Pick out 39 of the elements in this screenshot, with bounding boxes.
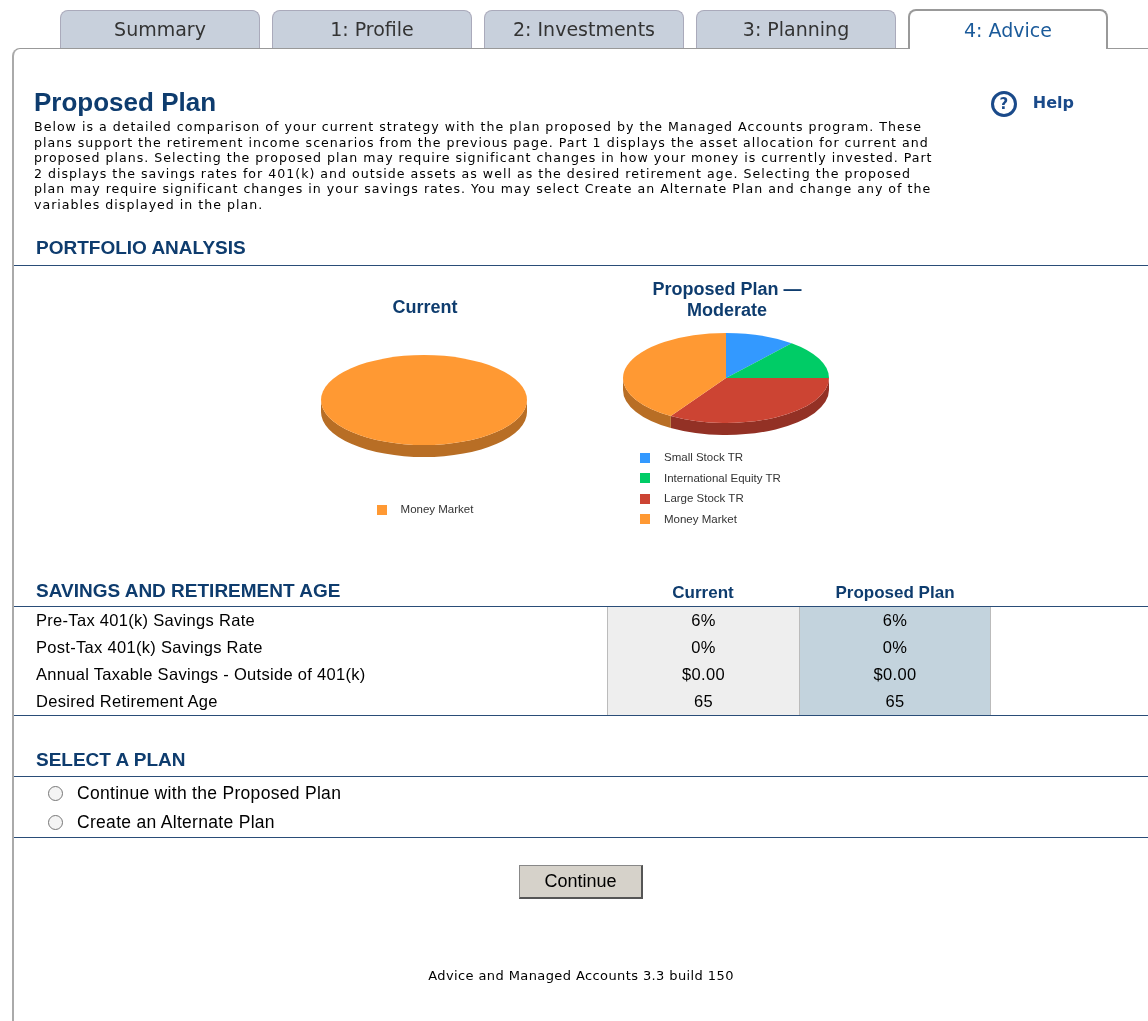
radio-button[interactable] (48, 815, 63, 830)
column-header: Proposed Plan (835, 582, 955, 604)
radio-button[interactable] (48, 786, 63, 801)
row-label: Pre-Tax 401(k) Savings Rate (36, 610, 256, 629)
help-icon[interactable]: ? (990, 91, 1017, 117)
tab[interactable]: 2: Investments (484, 10, 684, 48)
table-cell: 0% (607, 633, 799, 661)
legend-label: Money Market (664, 511, 737, 527)
tab[interactable]: 1: Profile (272, 10, 472, 48)
table-cell: 65 (799, 687, 991, 715)
page-title: Proposed Plan (34, 89, 218, 115)
continue-button[interactable]: Continue (519, 865, 643, 899)
description-text: Below is a detailed comparison of your current strategy with the plan proposed by the Managed Accounts program. These plans support the retirement income scenarios from the previous page. Part 1 displays the asset allocation for current and proposed plans. Selecting the proposed plan may require significant changes in how your money is currently invested. Part 2 displays the savings rates for 401(k) and outside assets as well as the desired retirement age. Selecting the proposed plan may require significant changes in your savings rates. You may select Create an Alternate Plan and change any of the variables displayed in the plan. (34, 119, 934, 212)
legend-label: Money Market (400, 502, 474, 518)
table-cell: $0.00 (799, 660, 991, 688)
row-label: Annual Taxable Savings - Outside of 401(k) (36, 664, 366, 683)
legend-label: Small Stock TR (664, 450, 744, 466)
section-heading: PORTFOLIO ANALYSIS (36, 237, 246, 258)
tab[interactable]: 3: Planning (696, 10, 896, 48)
help-link[interactable]: Help (1032, 91, 1074, 115)
table-cell: 6% (799, 606, 991, 634)
table-cell: 0% (799, 633, 991, 661)
tab[interactable]: Summary (60, 10, 260, 48)
chart-title: Current (391, 296, 459, 319)
section-heading: SELECT A PLAN (36, 748, 186, 770)
row-label: Post-Tax 401(k) Savings Rate (36, 637, 263, 656)
option-label[interactable]: Continue with the Proposed Plan (77, 780, 342, 807)
table-cell: $0.00 (607, 660, 799, 688)
row-label: Desired Retirement Age (36, 691, 218, 710)
chart-title: Proposed Plan — Moderate (651, 277, 803, 322)
tab[interactable]: 4: Advice (908, 9, 1108, 49)
table-cell: 65 (607, 687, 799, 715)
section-heading: SAVINGS AND RETIREMENT AGE (36, 580, 341, 601)
legend-label: International Equity TR (664, 470, 781, 486)
column-header: Current (672, 582, 734, 604)
option-label[interactable]: Create an Alternate Plan (77, 809, 275, 836)
table-cell: 6% (607, 606, 799, 634)
legend-label: Large Stock TR (664, 491, 744, 507)
version-footer: Advice and Managed Accounts 3.3 build 150 (428, 968, 734, 983)
